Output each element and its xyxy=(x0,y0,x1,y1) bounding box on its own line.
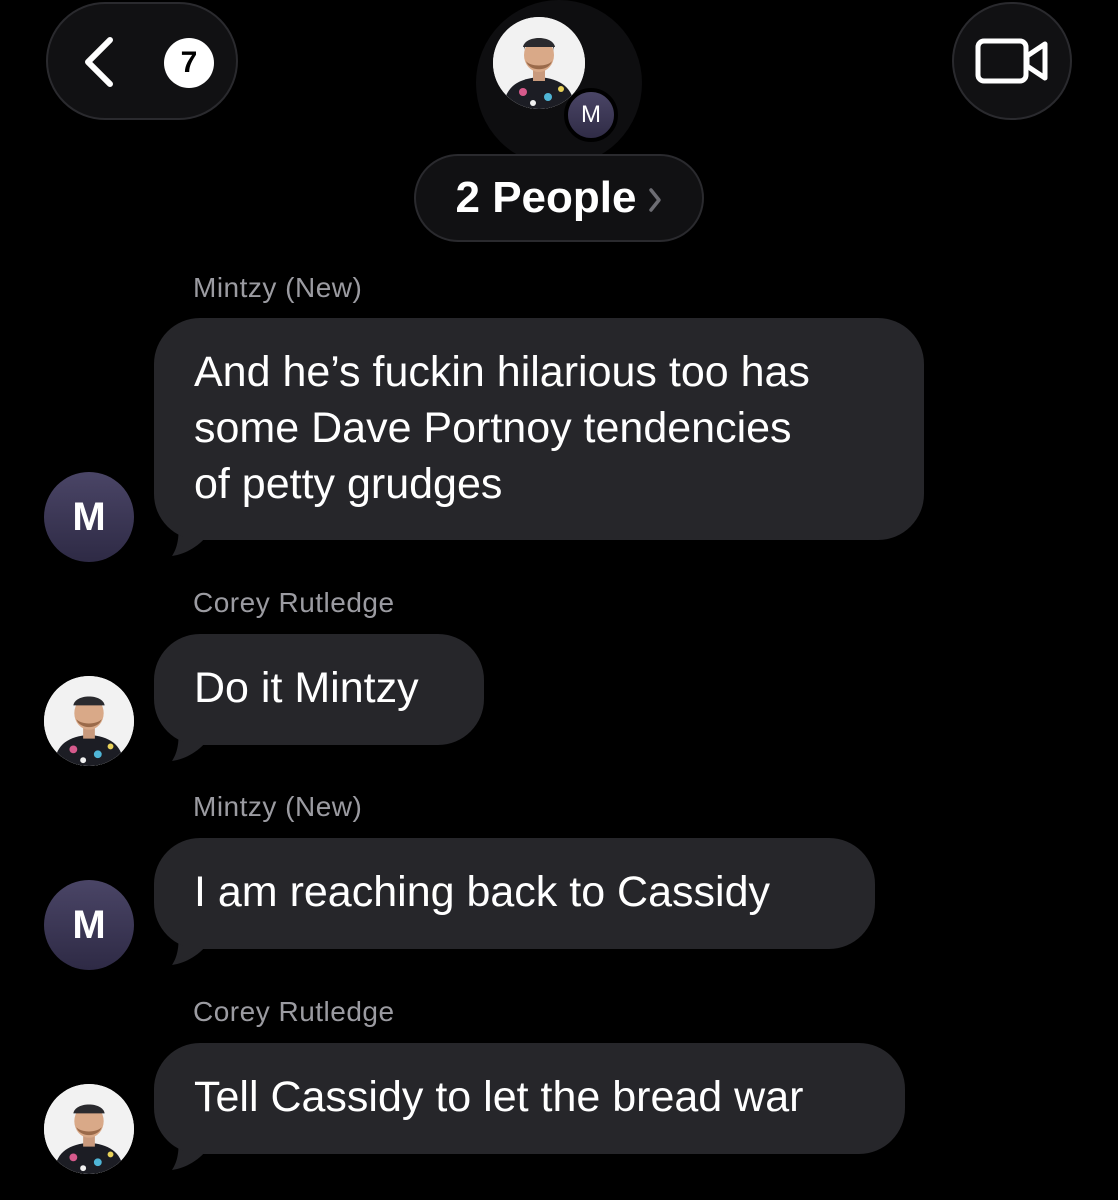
message-bubble[interactable]: I am reaching back to Cassidy xyxy=(154,838,875,949)
video-call-button[interactable] xyxy=(952,2,1072,120)
group-member-initial: M xyxy=(564,88,618,142)
unread-count-badge: 7 xyxy=(164,38,214,88)
avatar[interactable]: M xyxy=(44,472,134,562)
sender-name: Mintzy (New) xyxy=(193,272,363,303)
chevron-right-icon xyxy=(649,188,662,212)
message-text-line: Do it Mintzy xyxy=(194,664,419,712)
person-photo-icon xyxy=(44,1084,134,1174)
video-camera-icon xyxy=(975,38,1048,84)
avatar[interactable] xyxy=(44,1084,134,1174)
avatar[interactable]: M xyxy=(44,880,134,970)
message-bubble[interactable]: And he’s fuckin hilarious too has some D… xyxy=(154,318,924,540)
message-bubble[interactable]: Do it Mintzy xyxy=(154,634,484,745)
message-text-line: And he’s fuckin hilarious too has xyxy=(194,348,810,396)
group-details-button[interactable]: 2 People xyxy=(414,154,704,242)
people-count-label: 2 People xyxy=(455,173,637,222)
sender-name: Corey Rutledge xyxy=(193,996,395,1027)
avatar[interactable] xyxy=(44,676,134,766)
message-bubble[interactable]: Tell Cassidy to let the bread war xyxy=(154,1043,905,1154)
chevron-left-icon xyxy=(85,37,113,87)
message-text-line: I am reaching back to Cassidy xyxy=(194,868,770,916)
message-text-line: some Dave Portnoy tendencies xyxy=(194,404,792,452)
person-photo-icon xyxy=(44,676,134,766)
back-button[interactable]: 7 xyxy=(46,2,238,120)
sender-name: Mintzy (New) xyxy=(193,791,363,822)
sender-name: Corey Rutledge xyxy=(193,587,395,618)
message-text-line: Tell Cassidy to let the bread war xyxy=(194,1073,804,1121)
group-avatar[interactable]: M xyxy=(476,0,642,166)
message-text-line: of petty grudges xyxy=(194,460,503,508)
